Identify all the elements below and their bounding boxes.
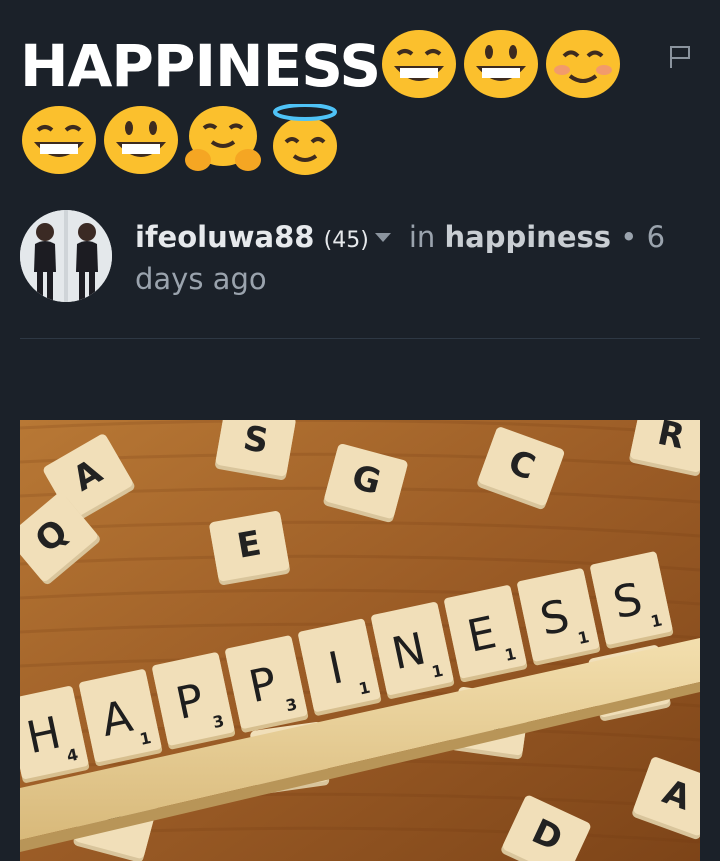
hugging-emoji: [184, 104, 262, 176]
flag-icon[interactable]: [668, 44, 692, 70]
community-link[interactable]: happiness: [445, 220, 612, 254]
halo-emoji: [266, 104, 344, 176]
divider: [20, 338, 700, 339]
post-title-block: HAPPINESS: [20, 28, 660, 180]
grinning-emoji: [102, 104, 180, 176]
meta-separator: •: [620, 220, 638, 254]
avatar[interactable]: [20, 210, 112, 302]
chevron-down-icon[interactable]: [374, 232, 391, 242]
grinning-squint-emoji: [380, 28, 458, 100]
post-title-text: HAPPINESS: [20, 32, 381, 100]
author-row: ifeoluwa88 (45) in happiness • 6 days ago: [20, 210, 700, 310]
in-label: in: [408, 220, 436, 254]
post-image[interactable]: ASQGCERHREFAD H4A1P3P3I1N1E1S1S1: [20, 420, 700, 861]
title-emoji-row-1: [380, 28, 626, 104]
loose-tile: E: [209, 511, 290, 586]
grinning-emoji: [462, 28, 540, 100]
post-title: HAPPINESS: [20, 28, 660, 180]
post-meta: ifeoluwa88 (45) in happiness • 6 days ago: [135, 218, 695, 298]
author-reputation: (45): [323, 228, 369, 253]
smiling-blush-emoji: [544, 28, 622, 100]
title-emoji-row-2: [20, 104, 348, 180]
post-page: HAPPINESS ifeoluwa88 (45) in happiness •…: [0, 0, 720, 861]
scrabble-photo: ASQGCERHREFAD H4A1P3P3I1N1E1S1S1: [20, 420, 700, 861]
author-username[interactable]: ifeoluwa88: [135, 220, 314, 254]
grinning-squint-emoji: [20, 104, 98, 176]
